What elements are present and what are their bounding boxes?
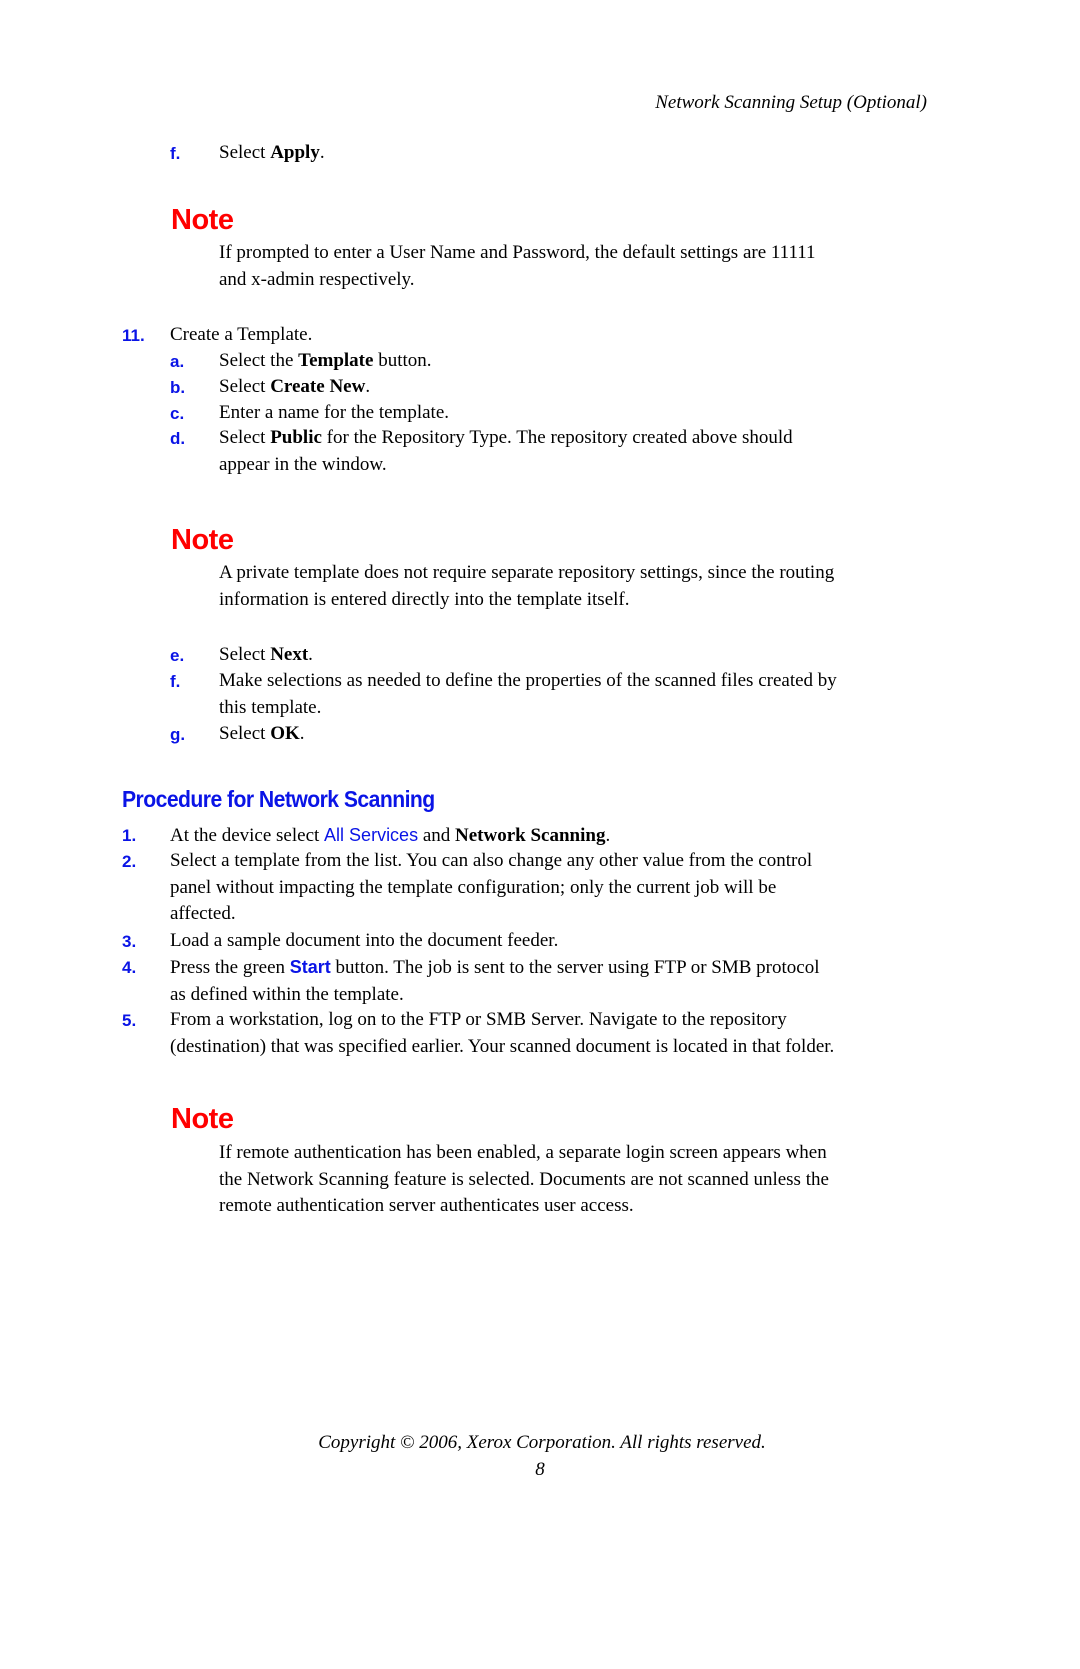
step-text-post: button. [373, 350, 432, 371]
ui-term: Network Scanning [455, 825, 606, 846]
step-marker: 11. [122, 326, 145, 345]
step-text-line: Select a template from the list. You can… [170, 850, 813, 871]
step-text-line: as defined within the template. [170, 983, 404, 1005]
substep-marker: a. [170, 352, 185, 371]
step-text-pre: Select [219, 376, 271, 397]
substep-marker: b. [170, 378, 186, 397]
page-number: 8 [535, 1459, 545, 1480]
device-button-label: Start [289, 957, 331, 977]
note-line: the Network Scanning feature is selected… [219, 1168, 829, 1190]
substep-marker: g. [170, 725, 186, 744]
note-line: If prompted to enter a User Name and Pas… [219, 242, 816, 263]
copyright-notice: Copyright © 2006, Xerox Corporation. All… [318, 1432, 766, 1453]
step-text-post: . [299, 723, 305, 744]
note-heading: Note [171, 204, 234, 236]
substep-text: Select the Template button. [219, 348, 939, 375]
substep-text: Enter a name for the template. [219, 400, 939, 427]
ui-term: Create New [270, 376, 366, 397]
step-text-post: button. The job is sent to the server us… [330, 957, 820, 978]
note-line: information is entered directly into the… [219, 588, 630, 610]
substep-text: Select OK. [219, 721, 939, 748]
note-body: If prompted to enter a User Name and Pas… [219, 240, 939, 293]
step-text-post: for the Repository Type. The repository … [321, 427, 793, 448]
section-heading: Procedure for Network Scanning [122, 786, 435, 812]
step-text-pre: At the device select [170, 825, 325, 846]
substep-text: Select Create New. [219, 374, 939, 401]
step-text-pre: Select [219, 427, 271, 448]
note-line: A private template does not require sepa… [219, 562, 835, 583]
step-marker: 4. [122, 958, 137, 977]
note-line: If remote authentication has been enable… [219, 1142, 827, 1163]
step-text-pre: Select [219, 644, 271, 665]
step-text-pre: Press the green [170, 957, 290, 978]
ui-term: Apply [270, 142, 320, 163]
step-text-line: panel without impacting the template con… [170, 876, 777, 898]
step-text-line: Load a sample document into the document… [170, 930, 559, 951]
step-text: Press the green Start button. The job is… [170, 954, 940, 1008]
step-text-line: (destination) that was specified earlier… [170, 1035, 835, 1057]
step-text-line: From a workstation, log on to the FTP or… [170, 1009, 787, 1030]
step-text-line: affected. [170, 903, 236, 924]
step-text-pre: Select [219, 723, 271, 744]
ui-term: OK [270, 723, 300, 744]
step-text-pre: Select the [219, 350, 299, 371]
substep-marker: c. [170, 404, 185, 423]
running-header: Network Scanning Setup (Optional) [655, 92, 927, 113]
step-text-mid: and [418, 825, 456, 846]
step-text-post: . [319, 142, 325, 163]
step-text-post: . [605, 825, 611, 846]
note-heading: Note [171, 524, 234, 556]
step-text-post: . [365, 376, 371, 397]
device-button-label: All Services [324, 825, 419, 845]
step-text: Select Apply. [219, 140, 939, 167]
step-text: Load a sample document into the document… [170, 928, 940, 955]
ui-term: Next [270, 644, 309, 665]
step-text: Select a template from the list. You can… [170, 848, 940, 928]
substep-marker: e. [170, 646, 185, 665]
step-marker: 5. [122, 1011, 137, 1030]
step-text: At the device select All Services and Ne… [170, 822, 940, 850]
step-text-pre: Enter a name for the template. [219, 402, 450, 423]
step-marker: 2. [122, 852, 137, 871]
step-text: From a workstation, log on to the FTP or… [170, 1007, 940, 1060]
note-line: and x-admin respectively. [219, 268, 415, 290]
note-line: remote authentication server authenticat… [219, 1195, 634, 1216]
step-text-pre: Select [219, 142, 271, 163]
step-text-line: this template. [219, 696, 322, 718]
step-text-post: . [308, 644, 313, 665]
step-text-line: appear in the window. [219, 453, 387, 475]
ui-term: Template [298, 350, 374, 371]
substep-text: Make selections as needed to define the … [219, 668, 939, 721]
step-text: Create a Template. [170, 324, 313, 345]
note-body: A private template does not require sepa… [219, 560, 939, 613]
substep-marker: d. [170, 429, 186, 448]
substep-marker: f. [170, 672, 181, 691]
note-body: If remote authentication has been enable… [219, 1140, 939, 1220]
ui-term: Public [270, 427, 322, 448]
step-marker: 3. [122, 932, 137, 951]
note-heading: Note [171, 1103, 234, 1135]
substep-text: Select Public for the Repository Type. T… [219, 425, 939, 478]
substep-text: Select Next. [219, 642, 939, 669]
step-marker: f. [170, 144, 181, 163]
step-marker: 1. [122, 826, 137, 845]
step-text-line: Make selections as needed to define the … [219, 670, 837, 691]
